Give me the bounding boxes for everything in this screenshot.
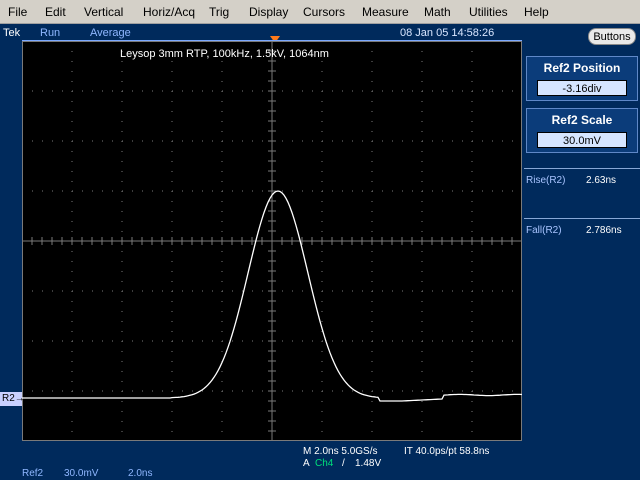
- ref-channel-time: 2.0ns: [128, 468, 153, 479]
- arrow-right-icon: →: [14, 393, 25, 404]
- menu-math[interactable]: Math: [424, 5, 451, 19]
- ref2-scale-title: Ref2 Scale: [551, 113, 613, 127]
- menu-bar: File Edit Vertical Horiz/Acq Trig Displa…: [0, 0, 640, 24]
- measurement-value: 2.63ns: [586, 175, 617, 186]
- ref2-scale-value[interactable]: 30.0mV: [537, 132, 627, 148]
- menu-utilities[interactable]: Utilities: [469, 5, 508, 19]
- ref-channel-name[interactable]: Ref2: [22, 468, 43, 479]
- measurement-label: Rise(R2): [526, 175, 566, 186]
- control-panel: Ref2 Position -3.16div Ref2 Scale 30.0mV…: [524, 52, 640, 480]
- timestamp: 08 Jan 05 14:58:26: [400, 27, 495, 39]
- ref2-level-marker[interactable]: R2→: [0, 392, 25, 406]
- measurement-fall[interactable]: Fall(R2) 2.786ns: [524, 218, 640, 274]
- waveform-display[interactable]: Leysop 3mm RTP, 100kHz, 1.5kV, 1064nm: [22, 40, 522, 441]
- trigger-level[interactable]: 1.48V: [355, 458, 381, 469]
- horizontal-readout[interactable]: M 2.0ns 5.0GS/s: [303, 446, 377, 457]
- menu-vertical[interactable]: Vertical: [84, 5, 123, 19]
- acquisition-mode[interactable]: Average: [90, 27, 131, 39]
- ref2-scale-control[interactable]: Ref2 Scale 30.0mV: [526, 108, 638, 153]
- menu-trig[interactable]: Trig: [209, 5, 229, 19]
- trigger-source[interactable]: Ch4: [315, 458, 333, 469]
- ref2-position-title: Ref2 Position: [543, 61, 621, 75]
- run-status[interactable]: Run: [40, 27, 60, 39]
- graticule-grid: [22, 41, 522, 441]
- ref2-position-control[interactable]: Ref2 Position -3.16div: [526, 56, 638, 101]
- buttons-toggle-button[interactable]: Buttons: [588, 28, 636, 45]
- ref2-position-value[interactable]: -3.16div: [537, 80, 627, 96]
- graticule: Leysop 3mm RTP, 100kHz, 1.5kV, 1064nm: [22, 41, 522, 441]
- trigger-slope-icon: /: [342, 458, 345, 469]
- menu-horiz-acq[interactable]: Horiz/Acq: [143, 5, 195, 19]
- ref-channel-scale: 30.0mV: [64, 468, 99, 479]
- menu-file[interactable]: File: [8, 5, 27, 19]
- waveform-label: Leysop 3mm RTP, 100kHz, 1.5kV, 1064nm: [120, 48, 329, 60]
- interpolation-readout: IT 40.0ps/pt 58.8ns: [404, 446, 490, 457]
- measurement-rise[interactable]: Rise(R2) 2.63ns: [524, 168, 640, 224]
- menu-edit[interactable]: Edit: [45, 5, 66, 19]
- measurement-value: 2.786ns: [586, 225, 622, 236]
- menu-help[interactable]: Help: [524, 5, 549, 19]
- menu-measure[interactable]: Measure: [362, 5, 409, 19]
- menu-display[interactable]: Display: [249, 5, 288, 19]
- menu-cursors[interactable]: Cursors: [303, 5, 345, 19]
- trigger-prefix: A: [303, 458, 310, 469]
- measurement-label: Fall(R2): [526, 225, 562, 236]
- brand-label: Tek: [3, 27, 21, 39]
